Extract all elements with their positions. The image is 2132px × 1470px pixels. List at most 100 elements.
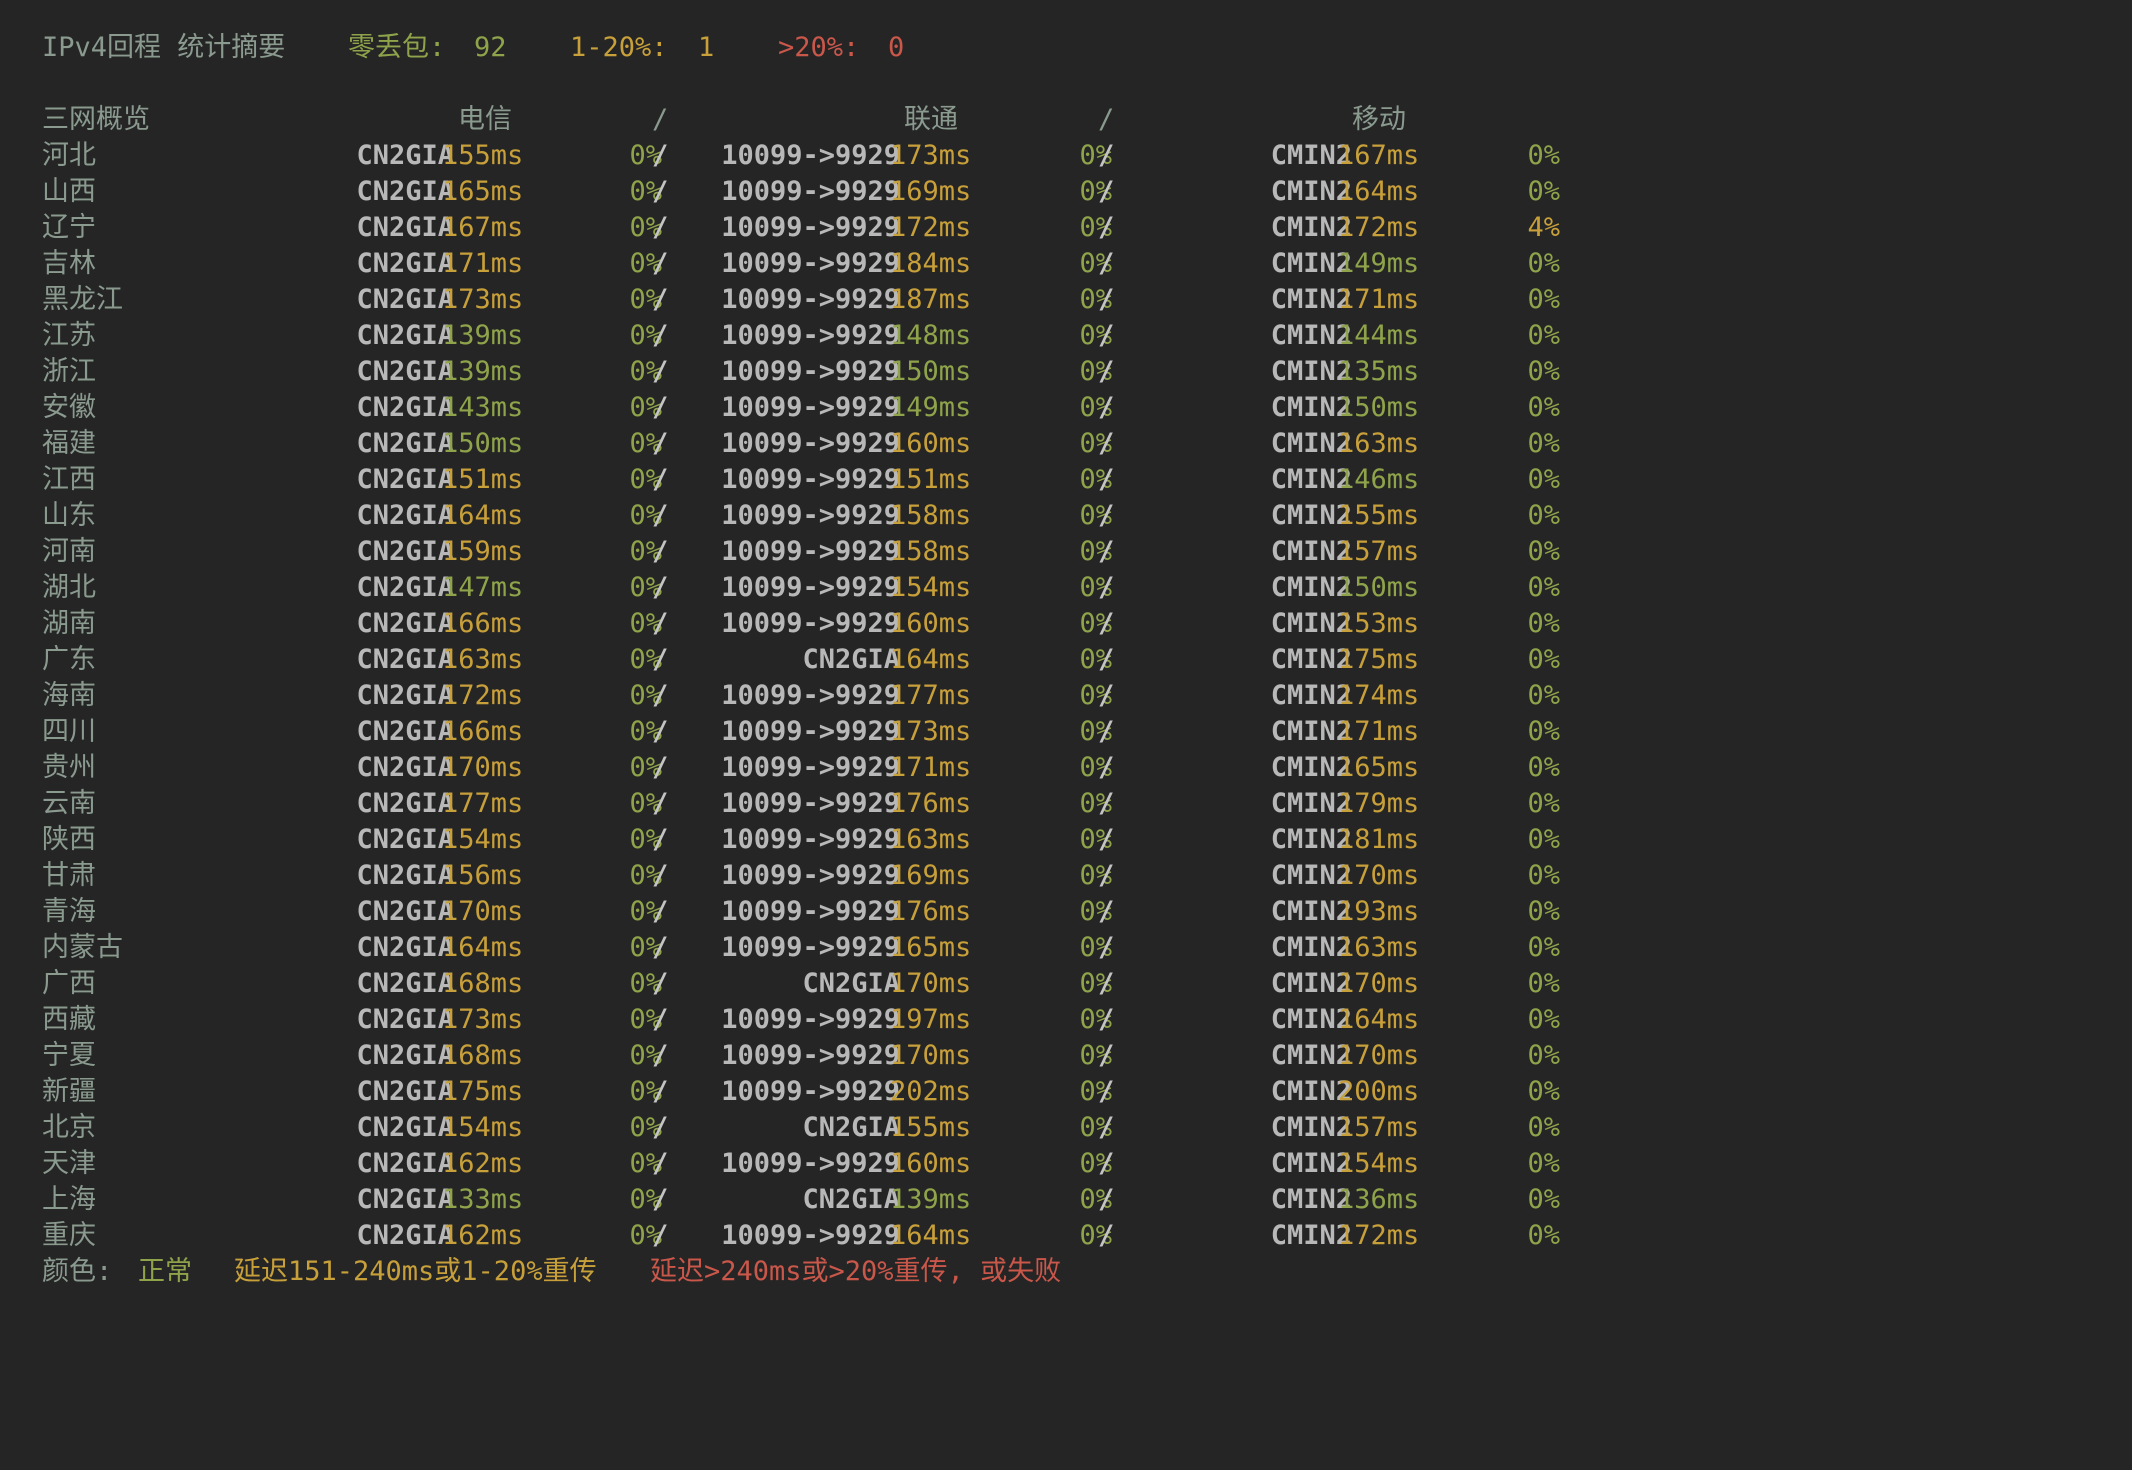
unicom-latency: 151ms [890,464,972,495]
mobile-latency: 136ms [1338,1184,1420,1215]
unicom-latency: 164ms [890,644,972,675]
province-name: 湖南 [42,608,96,639]
column-separator: / [652,752,669,783]
mobile-latency: 155ms [1338,500,1420,531]
telecom-route: CN2GIA [356,536,454,567]
mobile-loss: 0% [1527,1220,1560,1251]
column-separator: / [652,284,669,315]
column-separator: / [1098,536,1115,567]
unicom-route: 10099->9929 [721,284,900,315]
telecom-route: CN2GIA [356,392,454,423]
province-name: 山东 [42,500,96,531]
column-separator: / [652,1148,669,1179]
column-separator: / [1098,1148,1115,1179]
telecom-latency: 147ms [442,572,524,603]
unicom-latency: 163ms [890,824,972,855]
column-separator: / [1098,572,1115,603]
mobile-latency: 146ms [1338,464,1420,495]
mobile-latency: 167ms [1338,140,1420,171]
table-row: 西藏 CN2GIA 173ms 0%/10099->9929 197ms 0% / CMIN2… [42,1002,2102,1038]
mobile-latency: 135ms [1338,356,1420,387]
telecom-latency: 133ms [442,1184,524,1215]
telecom-heading: 电信 [458,104,512,135]
table-row: 宁夏 CN2GIA 168ms 0%/10099->9929 170ms 0% / CMIN2… [42,1038,2102,1074]
column-separator: / [652,608,669,639]
table-row: 黑龙江 CN2GIA 173ms 0%/10099->9929 187ms 0% / CMIN… [42,282,2102,318]
telecom-route: CN2GIA [356,176,454,207]
table-row: 四川 CN2GIA 166ms 0%/10099->9929 173ms 0% / CMIN2… [42,714,2102,750]
province-name: 西藏 [42,1004,96,1035]
telecom-latency: 164ms [442,932,524,963]
table-row: 江苏 CN2GIA 139ms 0%/10099->9929 148ms 0% / CMIN2… [42,318,2102,354]
mobile-latency: 163ms [1338,932,1420,963]
column-separator: / [652,392,669,423]
province-name: 重庆 [42,1220,96,1251]
telecom-latency: 172ms [442,680,524,711]
unicom-route: 10099->9929 [721,860,900,891]
mobile-latency: 149ms [1338,248,1420,279]
unicom-route: 10099->9929 [721,608,900,639]
telecom-route: CN2GIA [356,752,454,783]
province-name: 山西 [42,176,96,207]
unicom-route: CN2GIA [802,1112,900,1143]
column-separator: / [652,1184,669,1215]
mobile-latency: 200ms [1338,1076,1420,1107]
mobile-latency: 165ms [1338,752,1420,783]
column-separator: / [1098,752,1115,783]
mobile-latency: 174ms [1338,680,1420,711]
unicom-latency: 173ms [890,716,972,747]
column-separator: / [652,356,669,387]
mobile-latency: 150ms [1338,392,1420,423]
column-separator: / [1098,860,1115,891]
telecom-latency: 162ms [442,1148,524,1179]
mobile-heading: 移动 [1352,104,1406,135]
mobile-latency: 171ms [1338,284,1420,315]
unicom-route: 10099->9929 [721,1148,900,1179]
telecom-latency: 175ms [442,1076,524,1107]
mid-loss-label: 1-20%: [570,32,668,63]
column-separator: / [1098,788,1115,819]
column-separator: / [1098,1112,1115,1143]
unicom-latency: 158ms [890,536,972,567]
mobile-loss: 0% [1527,824,1560,855]
unicom-latency: 170ms [890,968,972,999]
mobile-loss: 0% [1527,1184,1560,1215]
telecom-latency: 163ms [442,644,524,675]
table-row: 甘肃 CN2GIA 156ms 0%/10099->9929 169ms 0% / CMIN2… [42,858,2102,894]
column-separator: / [1098,392,1115,423]
column-separator: / [652,572,669,603]
column-separator: / [652,1112,669,1143]
mobile-loss: 0% [1527,1076,1560,1107]
column-separator: / [1098,1220,1115,1251]
column-separator: / [1098,896,1115,927]
telecom-route: CN2GIA [356,1076,454,1107]
mobile-loss: 0% [1527,1148,1560,1179]
telecom-latency: 150ms [442,428,524,459]
unicom-route: CN2GIA [802,644,900,675]
unicom-latency: 171ms [890,752,972,783]
table-row: 重庆 CN2GIA 162ms 0%/10099->9929 164ms 0% / CMIN2… [42,1218,2102,1254]
mobile-loss: 4% [1527,212,1560,243]
terminal-output: IPv4回程 统计摘要 零丢包: 92 1-20%: 1 >20%: 0 三网概… [42,30,2102,1290]
column-separator: / [1098,464,1115,495]
telecom-latency: 170ms [442,896,524,927]
header-separator: / [1098,104,1115,135]
high-loss-value: 0 [888,32,905,63]
province-name: 宁夏 [42,1040,96,1071]
province-name: 湖北 [42,572,96,603]
column-separator: / [1098,212,1115,243]
mobile-loss: 0% [1527,896,1560,927]
unicom-latency: 148ms [890,320,972,351]
mobile-latency: 153ms [1338,608,1420,639]
province-name: 河北 [42,140,96,171]
unicom-route: 10099->9929 [721,932,900,963]
mobile-latency: 170ms [1338,1040,1420,1071]
province-name: 新疆 [42,1076,96,1107]
high-loss-label: >20%: [778,32,860,63]
column-separator: / [652,896,669,927]
mobile-loss: 0% [1527,140,1560,171]
mobile-route: CMIN2 [1270,896,1352,927]
column-separator: / [652,140,669,171]
column-separator: / [1098,1040,1115,1071]
mobile-route: CMIN2 [1270,284,1352,315]
